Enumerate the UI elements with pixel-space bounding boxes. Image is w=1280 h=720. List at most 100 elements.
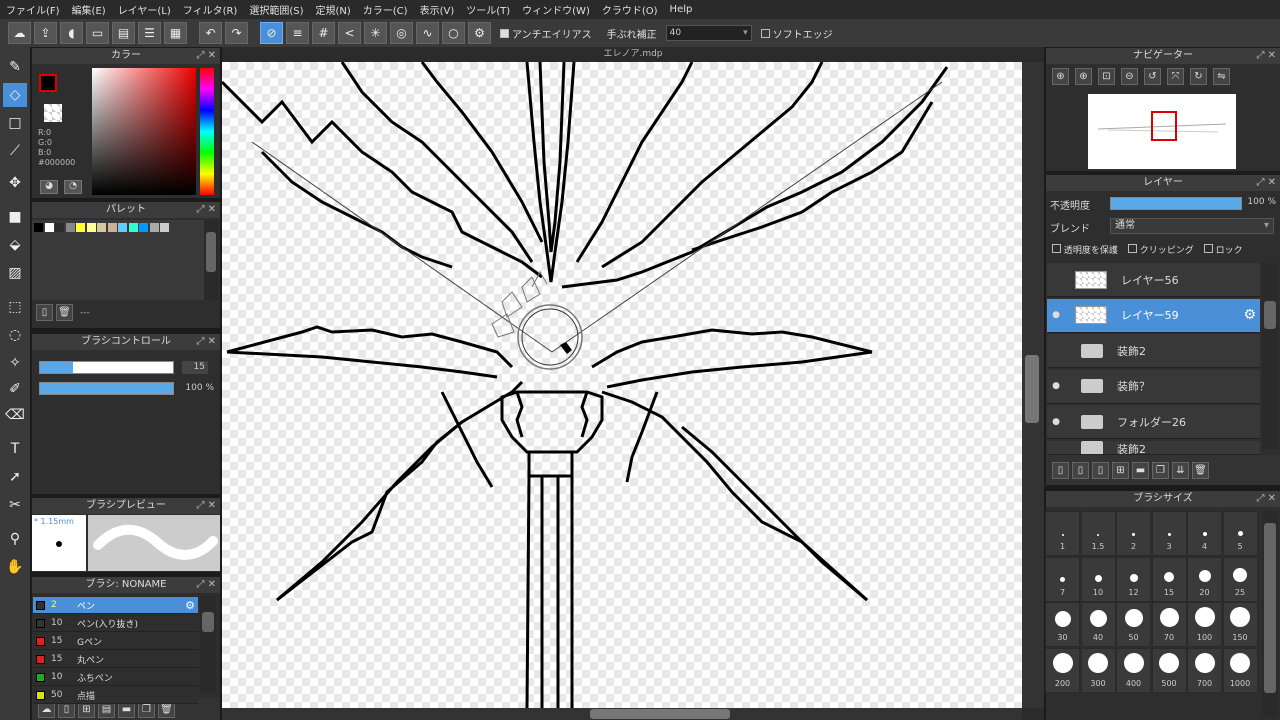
palette-scrollbar[interactable] [204,220,218,300]
cross-snap-icon[interactable]: # [312,22,335,44]
brush-size-cell[interactable]: 10 [1080,556,1116,602]
brush-size-scrollbar[interactable] [1262,511,1278,716]
move-tool-icon[interactable]: ✥ [3,171,27,195]
brush-size-cell[interactable]: 1.5 [1080,511,1116,556]
canvas-vertical-scroll-thumb[interactable] [1025,355,1039,423]
palette-swatch[interactable] [34,223,43,232]
palette-swatch[interactable] [97,223,106,232]
new-swatch-icon[interactable]: ▯ [36,304,53,321]
brush-size-cell[interactable]: 150 [1222,602,1258,647]
palette-swatch[interactable] [86,223,96,232]
cloud-icon[interactable]: ☁ [8,22,31,44]
canvas-horizontal-scroll-thumb[interactable] [590,709,730,719]
menu-item-9[interactable]: ウィンドウ(W) [522,2,590,17]
add-layer-menu-icon[interactable]: ⊞ [1112,461,1129,479]
visibility-eye-icon[interactable]: ● [1047,310,1065,320]
navigator-thumbnail[interactable] [1088,94,1236,169]
menu-item-1[interactable]: 編集(E) [72,2,106,17]
bucket-tool-icon[interactable]: ⬙ [3,233,27,257]
brush-size-cell[interactable]: 500 [1151,647,1187,693]
background-color-swatch[interactable] [44,104,62,122]
duplicate-layer-icon[interactable]: ❐ [1152,461,1169,479]
antialias-checkbox[interactable]: アンチエイリアス [500,26,592,41]
brush-size-cell[interactable]: 200 [1045,647,1080,693]
document-tab[interactable]: エレノア.mdp [222,47,1044,62]
undo-icon[interactable]: ↶ [199,22,222,44]
palette-swatch[interactable] [44,223,54,232]
operation-tool-icon[interactable]: ➚ [3,465,27,489]
saturation-value-picker[interactable] [92,68,196,195]
visibility-eye-icon[interactable]: ● [1047,381,1065,391]
palette-swatch[interactable] [149,223,159,232]
redo-icon[interactable]: ↷ [225,22,248,44]
lock-checkbox[interactable]: ロック [1203,243,1243,256]
menu-item-8[interactable]: ツール(T) [466,2,510,17]
eraser-tool-icon[interactable]: ◇ [3,83,27,107]
brush-size-cell[interactable]: 700 [1187,647,1222,693]
grid-icon[interactable]: ▦ [164,22,187,44]
circle-snap-icon[interactable]: ◎ [390,22,413,44]
menu-item-7[interactable]: 表示(V) [420,2,455,17]
brush-list-item[interactable]: 10 ふちペン [33,669,198,686]
palette-swatch[interactable] [65,223,75,232]
zoom-in-alt-icon[interactable]: ⊕ [1075,68,1092,85]
new-layer-1bit-icon[interactable]: ▯ [1092,461,1109,479]
brush-size-slider[interactable] [39,361,174,374]
brush-size-cell[interactable]: 300 [1080,647,1116,693]
visibility-eye-icon[interactable]: ● [1047,417,1065,427]
menu-item-4[interactable]: 選択範囲(S) [249,2,303,17]
brush-list-item[interactable]: 2 ペン ⚙ [33,597,198,614]
brush-size-cell[interactable]: 25 [1222,556,1258,602]
divide-tool-icon[interactable]: ✂ [3,493,27,517]
select-pen-tool-icon[interactable]: ✐ [3,377,27,401]
color-swap-icon[interactable]: ◔ [64,180,82,194]
brush-size-cell[interactable]: 40 [1080,602,1116,647]
brush-size-cell[interactable]: 1000 [1222,647,1258,693]
brush-size-cell[interactable]: 4 [1187,511,1222,556]
brush-tool-icon[interactable]: ✎ [3,55,27,79]
blend-mode-select[interactable]: 通常 ▾ [1110,218,1274,234]
palette-swatch[interactable] [160,223,169,232]
pen-line-tool-icon[interactable]: ⟋ [3,139,27,163]
export-icon[interactable]: ⇪ [34,22,57,44]
merge-layer-icon[interactable]: ⇊ [1172,461,1189,479]
layer-row[interactable]: 装飾2 [1047,440,1260,455]
rotate-right-icon[interactable]: ↻ [1190,68,1207,85]
brush-size-cell[interactable]: 15 [1151,556,1187,602]
select-rect-tool-icon[interactable]: ⬚ [3,295,27,319]
brush-size-cell[interactable]: 100 [1187,602,1222,647]
brush-list-item[interactable]: 15 Gペン [33,633,198,650]
comment-icon[interactable]: ▭ [86,22,109,44]
eyedropper-tool-icon[interactable]: ⚲ [3,527,27,551]
parallel-snap-icon[interactable]: ≡ [286,22,309,44]
palette-swatch[interactable] [128,223,138,232]
delete-layer-icon[interactable]: 🗑 [1192,461,1209,479]
layer-opacity-slider[interactable] [1110,197,1242,210]
protect-alpha-checkbox[interactable]: 透明度を保護 [1052,243,1118,256]
palette-swatch[interactable] [139,223,148,232]
navigator-viewport-rect[interactable] [1151,111,1177,141]
reset-view-icon[interactable]: ⤧ [1167,68,1184,85]
palette-swatch[interactable] [76,223,85,232]
select-eraser-tool-icon[interactable]: ⌫ [3,403,27,427]
settings-gear-icon[interactable]: ⚙ [468,22,491,44]
fill-rect-tool-icon[interactable]: ■ [3,205,27,229]
rotate-left-icon[interactable]: ↺ [1144,68,1161,85]
clipping-checkbox[interactable]: クリッピング [1127,243,1194,256]
brush-size-value[interactable]: 15 [182,361,208,374]
layer-row[interactable]: レイヤー56 [1047,263,1260,297]
speech-bubble-icon[interactable]: ◖ [60,22,83,44]
zoom-in-icon[interactable]: ⊕ [1052,68,1069,85]
layer-row[interactable]: ● 装飾？ [1047,369,1260,404]
menu-item-10[interactable]: クラウド(O) [602,2,658,17]
palette-swatch[interactable] [55,223,64,232]
menu-item-3[interactable]: フィルタ(R) [183,2,238,17]
brush-list-item[interactable]: 10 ペン(入り抜き) [33,615,198,632]
brush-size-cell[interactable]: 400 [1116,647,1151,693]
layer-row[interactable]: ● フォルダー26 [1047,405,1260,439]
magic-wand-tool-icon[interactable]: ✧ [3,351,27,375]
page-icon[interactable]: ▤ [112,22,135,44]
new-layer-icon[interactable]: ▯ [1052,461,1069,479]
brush-size-cell[interactable]: 30 [1045,602,1080,647]
foreground-color-swatch[interactable] [39,74,57,92]
